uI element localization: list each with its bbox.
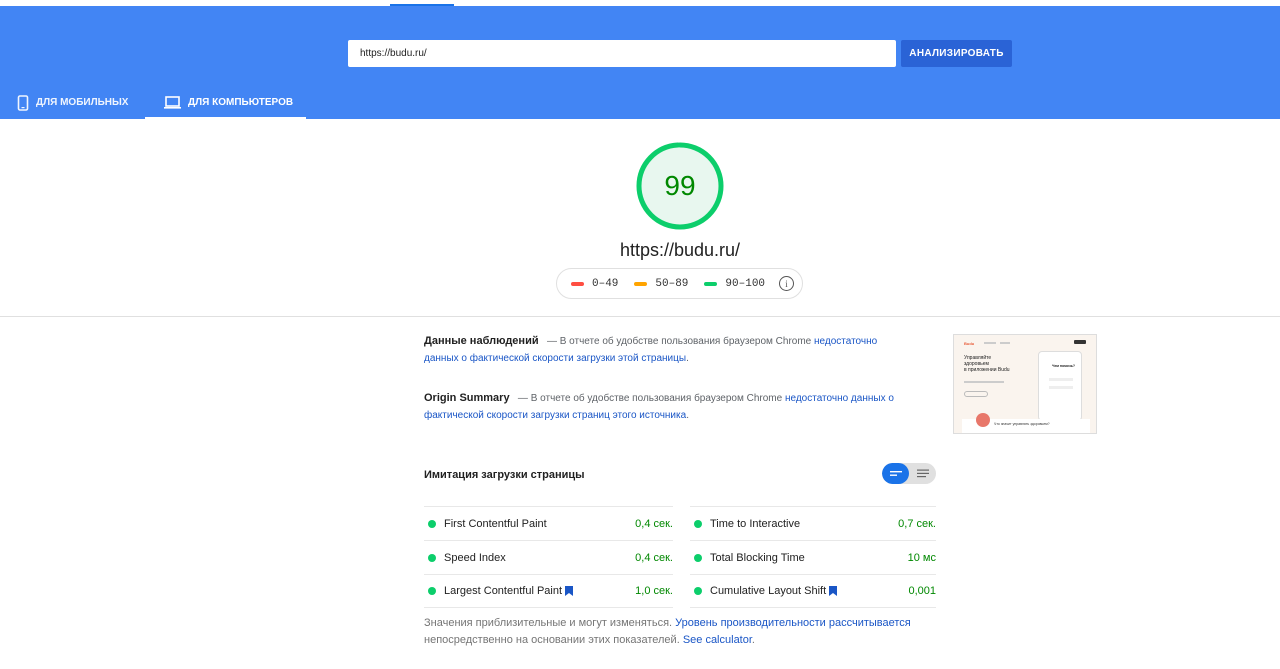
thumb-phone-row (1049, 378, 1073, 381)
origin-summary-text: — В отчете об удобстве пользования брауз… (517, 393, 783, 404)
url-input[interactable] (348, 40, 896, 67)
pass-dot-icon (694, 587, 702, 595)
metric-row-cls: Cumulative Layout Shift 0,001 (690, 574, 936, 608)
origin-summary-title: Origin Summary (424, 392, 510, 404)
footnote-text-1: Значения приблизительные и могут изменят… (424, 617, 673, 629)
field-data-end: . (686, 353, 689, 364)
summary-view-icon (889, 470, 902, 476)
bookmark-icon (829, 586, 838, 596)
header-bar: АНАЛИЗИРОВАТЬ ДЛЯ МОБИЛЬНЫХ ДЛЯ КОМПЬЮТЕ… (0, 6, 1280, 119)
metrics-footnote: Значения приблизительные и могут изменят… (424, 615, 944, 649)
metric-name: Time to Interactive (710, 517, 801, 530)
metric-row-speed-index: Speed Index 0,4 сек. (424, 540, 673, 574)
metric-value: 0,001 (908, 585, 936, 597)
metric-row-tbt: Total Blocking Time 10 мс (690, 540, 936, 574)
tab-active-underline (145, 117, 306, 119)
bookmark-icon (565, 586, 574, 596)
tab-desktop[interactable]: ДЛЯ КОМПЬЮТЕРОВ (145, 86, 306, 119)
score-legend: 0–49 50–89 90–100 i (556, 268, 803, 299)
performance-score-link[interactable]: Уровень производительности рассчитываетс… (675, 617, 911, 629)
origin-summary-end: . (686, 410, 689, 421)
metric-row-fcp: First Contentful Paint 0,4 сек. (424, 506, 673, 540)
legend-item-fail: 0–49 (571, 278, 618, 290)
thumb-cta (964, 391, 988, 397)
tab-mobile-label: ДЛЯ МОБИЛЬНЫХ (36, 97, 129, 108)
thumb-subtext (964, 381, 1004, 383)
thumb-headline: Управляйте здоровьем в приложении Budu (964, 355, 1010, 373)
thumb-avatar (976, 413, 990, 427)
metric-value: 0,7 сек. (898, 517, 936, 530)
metrics-column-left: First Contentful Paint 0,4 сек. Speed In… (424, 506, 673, 608)
thumb-bottom-text: Что значит управлять здоровьем? (994, 422, 1050, 426)
metric-value: 1,0 сек. (635, 585, 673, 597)
tab-mobile[interactable]: ДЛЯ МОБИЛЬНЫХ (17, 86, 128, 119)
metric-value: 10 мс (907, 551, 936, 564)
legend-label-fail: 0–49 (592, 277, 619, 290)
info-icon[interactable]: i (779, 276, 795, 291)
metric-name: Speed Index (444, 551, 506, 564)
tested-url: https://budu.ru/ (619, 240, 741, 260)
legend-item-average: 50–89 (634, 278, 688, 290)
metric-value: 0,4 сек. (635, 551, 673, 564)
legend-label-pass: 90–100 (725, 277, 766, 290)
page-screenshot-thumbnail: Budu Управляйте здоровьем в приложении B… (953, 334, 1097, 434)
lab-data-title: Имитация загрузки страницы (424, 469, 585, 481)
origin-summary-section: Origin Summary — В отчете об удобстве по… (424, 390, 899, 424)
metric-name: Cumulative Layout Shift (710, 585, 827, 597)
analyze-button[interactable]: АНАЛИЗИРОВАТЬ (901, 40, 1012, 67)
section-divider (0, 316, 1280, 317)
thumb-bottom-bar: Что значит управлять здоровьем? (962, 413, 1090, 433)
thumb-headline-3: в приложении Budu (964, 367, 1010, 373)
metric-name: Total Blocking Time (710, 551, 805, 564)
legend-item-pass: 90–100 (704, 278, 765, 290)
pass-dot-icon (428, 587, 436, 595)
footnote-text-2: непосредственно на основании этих показа… (424, 634, 680, 646)
pass-dot-icon (428, 553, 436, 562)
calculator-link[interactable]: See calculator (683, 634, 752, 646)
score-value: 99 (664, 170, 696, 201)
thumb-nav (984, 342, 996, 344)
thumb-phone-title: Чем помочь? (1052, 364, 1076, 368)
laptop-icon (164, 96, 181, 109)
thumb-nav-2 (1000, 342, 1010, 344)
field-data-section: Данные наблюдений — В отчете об удобстве… (424, 333, 899, 367)
metric-value: 0,4 сек. (635, 517, 673, 530)
pass-dot-icon (694, 519, 702, 528)
smartphone-icon (17, 94, 29, 111)
metric-name: First Contentful Paint (444, 517, 547, 530)
toggle-summary-view[interactable] (882, 463, 909, 484)
footnote-end: . (751, 634, 755, 646)
metric-row-tti: Time to Interactive 0,7 сек. (690, 506, 936, 540)
tab-desktop-label: ДЛЯ КОМПЬЮТЕРОВ (188, 97, 294, 108)
thumb-button (1074, 340, 1086, 344)
field-data-title: Данные наблюдений (424, 335, 539, 347)
thumb-phone: Чем помочь? (1038, 351, 1082, 421)
thumb-phone-row-2 (1049, 386, 1073, 389)
pass-dot-icon (694, 553, 702, 562)
pass-dot-icon (428, 519, 436, 528)
field-data-text: — В отчете об удобстве пользования брауз… (546, 336, 812, 347)
metrics-view-toggle[interactable] (882, 463, 936, 484)
legend-label-average: 50–89 (655, 277, 689, 290)
thumb-logo: Budu (964, 341, 975, 346)
metric-row-lcp: Largest Contentful Paint 1,0 сек. (424, 574, 673, 608)
metric-name: Largest Contentful Paint (444, 585, 563, 597)
detail-view-icon (916, 469, 929, 478)
toggle-detail-view[interactable] (909, 463, 936, 484)
metrics-column-right: Time to Interactive 0,7 сек. Total Block… (690, 506, 936, 608)
